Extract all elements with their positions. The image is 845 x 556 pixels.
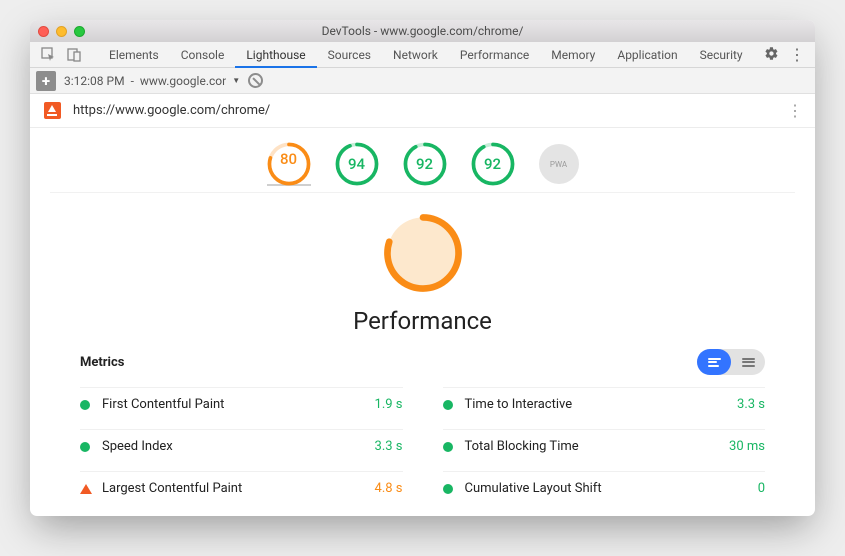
tab-console[interactable]: Console	[170, 42, 236, 68]
tab-sources[interactable]: Sources	[317, 42, 382, 68]
close-icon[interactable]	[38, 26, 49, 37]
tab-elements[interactable]: Elements	[98, 42, 170, 68]
settings-icon[interactable]	[764, 46, 779, 64]
more-icon[interactable]: ⋮	[789, 45, 805, 64]
pass-icon	[443, 442, 453, 452]
performance-title: Performance	[353, 307, 492, 335]
category-gauge-0[interactable]: 80	[267, 142, 311, 186]
metrics-view-toggle[interactable]	[697, 349, 765, 375]
dropdown-icon: ▼	[232, 76, 240, 85]
metric-row: Time to Interactive 3.3 s	[443, 387, 766, 421]
lighthouse-toolbar: + 3:12:08 PM - www.google.cor ▼	[30, 68, 815, 94]
pwa-gauge[interactable]: PWA	[539, 144, 579, 184]
titlebar: DevTools - www.google.com/chrome/	[30, 20, 815, 42]
performance-section: 80 Performance	[30, 193, 815, 345]
device-toggle-icon[interactable]	[62, 45, 86, 65]
metric-row: Speed Index 3.3 s	[80, 429, 403, 463]
report-selector[interactable]: 3:12:08 PM - www.google.cor ▼	[64, 74, 240, 88]
metric-value: 1.9 s	[375, 397, 403, 412]
tab-application[interactable]: Application	[606, 42, 688, 68]
metric-value: 30 ms	[729, 439, 765, 454]
lighthouse-url-bar: https://www.google.com/chrome/ ⋮	[30, 94, 815, 128]
tab-network[interactable]: Network	[382, 42, 449, 68]
lighthouse-report: 80949292PWA 80 Performance Metrics	[30, 128, 815, 516]
lighthouse-icon	[44, 102, 61, 119]
pass-icon	[443, 400, 453, 410]
metric-name: Time to Interactive	[465, 397, 573, 412]
tab-performance[interactable]: Performance	[449, 42, 540, 68]
pass-icon	[443, 484, 453, 494]
window-controls	[38, 26, 85, 37]
tested-url: https://www.google.com/chrome/	[73, 103, 775, 118]
metrics-label: Metrics	[80, 355, 124, 370]
metric-value: 0	[758, 481, 765, 496]
metric-value: 4.8 s	[375, 481, 403, 496]
new-report-button[interactable]: +	[36, 71, 56, 91]
toggle-compact-icon[interactable]	[731, 349, 765, 375]
warning-icon	[80, 484, 92, 494]
window-title: DevTools - www.google.com/chrome/	[30, 24, 815, 38]
performance-gauge: 80	[383, 213, 463, 293]
metric-value: 3.3 s	[375, 439, 403, 454]
tab-security[interactable]: Security	[689, 42, 754, 68]
metrics-section: Metrics First Contentful Paint 1.9 s Time …	[30, 345, 815, 515]
category-gauge-3[interactable]: 92	[471, 142, 515, 186]
metric-row: Cumulative Layout Shift 0	[443, 471, 766, 505]
category-gauge-1[interactable]: 94	[335, 142, 379, 186]
category-gauges: 80 94 92 92 PWA	[50, 128, 795, 193]
devtools-window: DevTools - www.google.com/chrome/ Elemen…	[30, 20, 815, 516]
report-host: www.google.cor	[140, 74, 226, 88]
metric-name: Cumulative Layout Shift	[465, 481, 602, 496]
metric-name: Speed Index	[102, 439, 173, 454]
metric-row: Total Blocking Time 30 ms	[443, 429, 766, 463]
metric-row: First Contentful Paint 1.9 s	[80, 387, 403, 421]
tab-lighthouse[interactable]: Lighthouse	[235, 42, 316, 68]
clear-icon[interactable]	[248, 73, 263, 88]
pass-icon	[80, 442, 90, 452]
minimize-icon[interactable]	[56, 26, 67, 37]
metric-name: First Contentful Paint	[102, 397, 224, 412]
toggle-expanded-icon[interactable]	[697, 349, 731, 375]
category-gauge-2[interactable]: 92	[403, 142, 447, 186]
report-time: 3:12:08 PM	[64, 74, 125, 88]
inspect-icon[interactable]	[36, 45, 60, 65]
metric-name: Largest Contentful Paint	[102, 481, 242, 496]
devtools-tabs: ElementsConsoleLighthouseSourcesNetworkP…	[30, 42, 815, 68]
tab-memory[interactable]: Memory	[540, 42, 606, 68]
report-menu-icon[interactable]: ⋮	[787, 101, 801, 120]
pass-icon	[80, 400, 90, 410]
zoom-icon[interactable]	[74, 26, 85, 37]
metric-name: Total Blocking Time	[465, 439, 579, 454]
metric-row: Largest Contentful Paint 4.8 s	[80, 471, 403, 505]
metric-value: 3.3 s	[737, 397, 765, 412]
